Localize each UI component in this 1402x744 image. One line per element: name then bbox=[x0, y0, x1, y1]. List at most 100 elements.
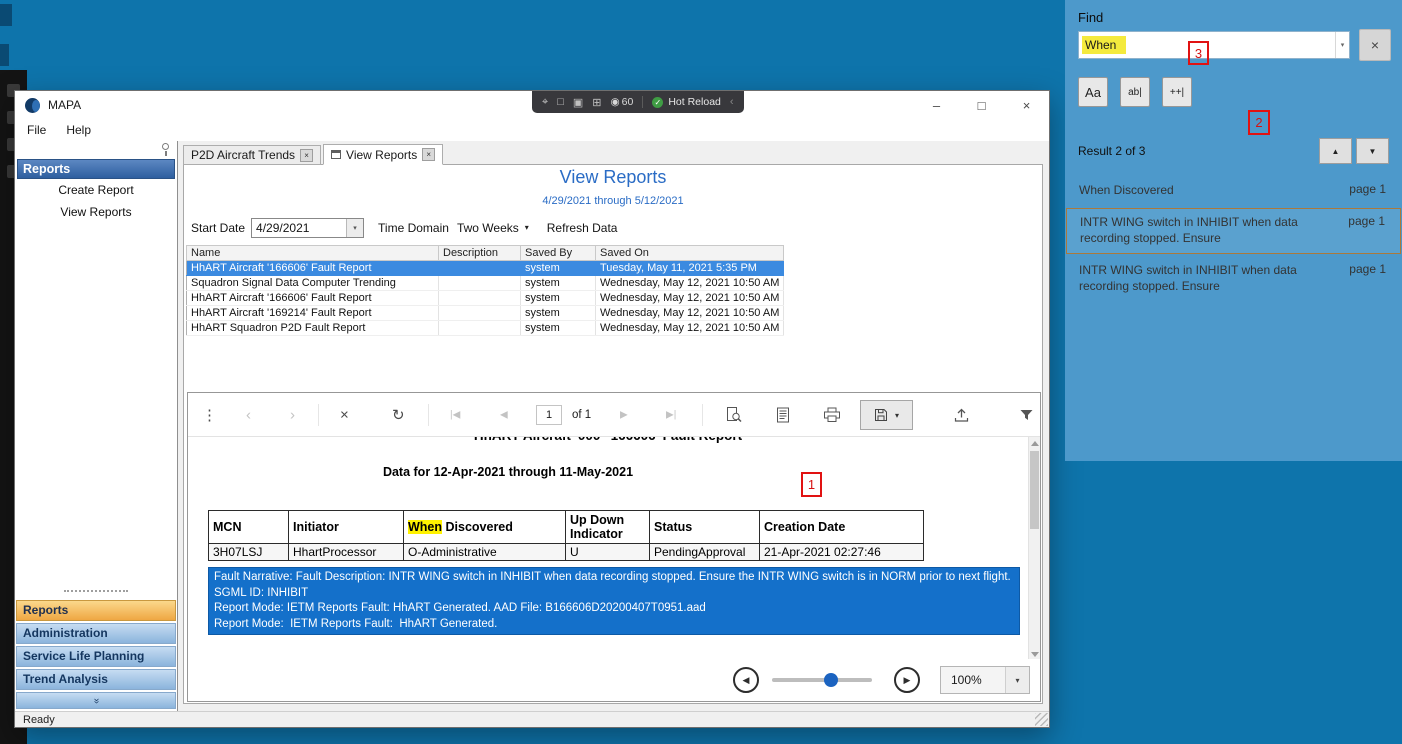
chevron-down-icon[interactable]: ▾ bbox=[1335, 32, 1349, 58]
refresh-data-button[interactable]: Refresh Data bbox=[547, 221, 618, 235]
previous-result-button[interactable]: ▲ bbox=[1319, 138, 1352, 164]
accordion-trend-analysis[interactable]: Trend Analysis bbox=[16, 669, 176, 690]
list-item-selected[interactable]: INTR WING switch in INHIBIT when data re… bbox=[1066, 208, 1401, 254]
zoom-slider[interactable] bbox=[772, 673, 872, 687]
close-button[interactable]: × bbox=[1004, 91, 1049, 119]
first-page-icon[interactable]: |◀ bbox=[450, 409, 460, 420]
cell-saved-on: Tuesday, May 11, 2021 5:35 PM bbox=[595, 260, 785, 276]
chevron-down-icon[interactable]: ▾ bbox=[346, 218, 364, 237]
cancel-rendering-icon[interactable]: × bbox=[340, 406, 349, 423]
cell-description bbox=[438, 320, 521, 336]
scrollbar-thumb[interactable] bbox=[1030, 451, 1039, 529]
table-row[interactable]: HhART Squadron P2D Fault Report system W… bbox=[186, 320, 785, 336]
full-match-button[interactable]: ++| bbox=[1162, 77, 1192, 107]
next-page-icon[interactable]: ▶ bbox=[620, 409, 628, 420]
print-preview-icon[interactable] bbox=[726, 406, 743, 423]
divider bbox=[428, 404, 429, 426]
cell-saved-by: system bbox=[520, 320, 596, 336]
time-domain-select[interactable]: Two Weeks ▾ bbox=[457, 221, 529, 235]
find-search-input[interactable]: When ▾ bbox=[1078, 31, 1350, 59]
column-header-saved-by[interactable]: Saved By bbox=[520, 245, 596, 261]
vertical-scrollbar[interactable] bbox=[1028, 437, 1040, 661]
publish-icon[interactable] bbox=[954, 407, 969, 422]
maximize-button[interactable]: □ bbox=[959, 91, 1004, 119]
collapse-toolbar-icon[interactable]: ‹ bbox=[730, 96, 734, 108]
exact-word-button[interactable]: ab| bbox=[1120, 77, 1150, 107]
page-setup-icon[interactable] bbox=[776, 407, 790, 422]
refresh-icon[interactable]: ↻ bbox=[392, 406, 405, 424]
find-results-list: When Discovered page 1 INTR WING switch … bbox=[1065, 176, 1402, 302]
zoom-in-button[interactable]: ▶ bbox=[894, 667, 920, 693]
layout-icon[interactable]: ▣ bbox=[573, 96, 583, 109]
tab-view-reports[interactable]: View Reports × bbox=[323, 144, 444, 165]
result-text: When Discovered bbox=[1079, 183, 1174, 197]
desktop-icon-fragment bbox=[0, 44, 9, 66]
accordion-administration[interactable]: Administration bbox=[16, 623, 176, 644]
sidebar-item-view-reports[interactable]: View Reports bbox=[15, 202, 177, 223]
fault-table: MCN Initiator When Discovered Up Down In… bbox=[208, 510, 924, 561]
annotation-box-1: 1 bbox=[801, 472, 822, 497]
column-header-status: Status bbox=[649, 510, 760, 544]
accordion-overflow-button[interactable]: » bbox=[16, 692, 176, 709]
tab-close-icon[interactable]: × bbox=[300, 148, 314, 162]
divider bbox=[642, 96, 644, 108]
minimize-button[interactable]: – bbox=[914, 91, 959, 119]
list-item[interactable]: INTR WING switch in INHIBIT when data re… bbox=[1065, 256, 1402, 302]
chevron-down-icon[interactable]: ▾ bbox=[1005, 667, 1029, 693]
fault-narrative: Fault Narrative: Fault Description: INTR… bbox=[208, 567, 1020, 635]
cell-status: PendingApproval bbox=[649, 543, 760, 561]
export-button[interactable]: ▾ bbox=[860, 400, 913, 430]
more-options-icon[interactable]: ⋮ bbox=[202, 406, 217, 424]
navigate-forward-icon[interactable]: › bbox=[290, 406, 295, 423]
last-page-icon[interactable]: ▶| bbox=[666, 409, 676, 420]
menu-file[interactable]: File bbox=[27, 123, 46, 137]
resize-grip[interactable] bbox=[1035, 713, 1048, 726]
chevron-down-icon: ▾ bbox=[894, 410, 899, 420]
accordion-reports[interactable]: Reports bbox=[16, 600, 176, 621]
table-row[interactable]: HhART Aircraft '169214' Fault Report sys… bbox=[186, 305, 785, 321]
tab-close-icon[interactable]: × bbox=[422, 148, 436, 161]
column-header-description[interactable]: Description bbox=[438, 245, 521, 261]
filter-icon[interactable] bbox=[1020, 408, 1033, 421]
zoom-out-button[interactable]: ◀ bbox=[733, 667, 759, 693]
accordion-service-life-planning[interactable]: Service Life Planning bbox=[16, 646, 176, 667]
start-date-picker[interactable]: 4/29/2021 ▾ bbox=[251, 217, 365, 238]
find-close-button[interactable]: × bbox=[1359, 29, 1391, 61]
sidebar-pin-row bbox=[15, 141, 177, 157]
cell-description bbox=[438, 260, 521, 276]
check-icon: ✓ bbox=[652, 96, 664, 108]
result-page: page 1 bbox=[1349, 182, 1386, 196]
table-row[interactable]: Squadron Signal Data Computer Trending s… bbox=[186, 275, 785, 291]
sidebar-item-create-report[interactable]: Create Report bbox=[15, 180, 177, 201]
time-domain-label: Time Domain bbox=[378, 220, 449, 235]
table-row[interactable]: HhART Aircraft '166606' Fault Report sys… bbox=[186, 260, 785, 276]
app-icon bbox=[25, 97, 40, 113]
select-element-icon[interactable]: ⌖ bbox=[542, 96, 548, 109]
print-icon[interactable] bbox=[824, 407, 840, 422]
page-subtitle: 4/29/2021 through 5/12/2021 bbox=[542, 195, 684, 207]
next-result-button[interactable]: ▼ bbox=[1356, 138, 1389, 164]
menu-help[interactable]: Help bbox=[66, 123, 91, 137]
report-tab-icon bbox=[331, 150, 342, 159]
table-row[interactable]: HhART Aircraft '166606' Fault Report sys… bbox=[186, 290, 785, 306]
zoom-value: 100% bbox=[951, 673, 982, 687]
navigate-back-icon[interactable]: ‹ bbox=[246, 406, 251, 423]
hot-reload-button[interactable]: ✓ Hot Reload bbox=[652, 96, 721, 108]
pin-icon[interactable] bbox=[162, 143, 169, 156]
tab-p2d-aircraft-trends[interactable]: P2D Aircraft Trends × bbox=[183, 145, 322, 165]
scroll-down-icon[interactable] bbox=[1031, 652, 1039, 657]
column-header-name[interactable]: Name bbox=[186, 245, 439, 261]
report-document: HhART Aircraft '000' '166606' Fault Repo… bbox=[188, 437, 1028, 661]
list-item[interactable]: When Discovered page 1 bbox=[1065, 176, 1402, 206]
inspect-icon[interactable]: □ bbox=[557, 96, 564, 108]
previous-page-icon[interactable]: ◀ bbox=[500, 409, 508, 420]
zoom-level-select[interactable]: 100% ▾ bbox=[940, 666, 1030, 694]
scroll-up-icon[interactable] bbox=[1031, 441, 1039, 446]
grid-icon[interactable]: ⊞ bbox=[592, 96, 601, 109]
column-header-saved-on[interactable]: Saved On bbox=[594, 245, 785, 261]
splitter-handle[interactable] bbox=[64, 590, 128, 596]
current-page-input[interactable]: 1 bbox=[536, 404, 562, 425]
match-case-button[interactable]: Aa bbox=[1078, 77, 1108, 107]
chevron-down-icon: » bbox=[90, 698, 102, 703]
zoom-slider-thumb[interactable] bbox=[824, 673, 838, 687]
